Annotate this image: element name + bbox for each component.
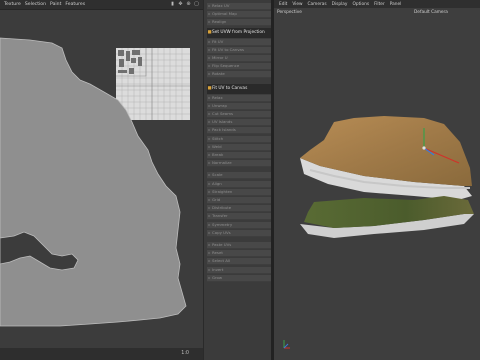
command-button[interactable]: ▸ UV Islands <box>207 119 271 127</box>
uv-editor-panel: Texture Selection Paint Features ▮ ✥ ⊕ ▢ <box>0 0 203 360</box>
command-label: Relax UV <box>212 3 230 8</box>
command-label: Stitch <box>212 135 224 141</box>
uv-island[interactable] <box>0 10 203 348</box>
uv-menu-features[interactable]: Features <box>65 2 85 7</box>
command-button[interactable]: ▸ Cut Seams <box>207 111 271 118</box>
command-button[interactable]: ▸ Mirror U <box>207 55 271 62</box>
command-button[interactable]: ▸ Unwrap <box>207 102 271 110</box>
command-label: Grid <box>212 197 221 202</box>
uv-menu-selection[interactable]: Selection <box>25 2 46 7</box>
command-label: Transfer <box>212 213 228 219</box>
command-button[interactable]: ▸ Copy UVs <box>207 229 271 237</box>
command-button[interactable]: ▸ Relax <box>207 94 271 102</box>
command-button[interactable]: ▸ Align <box>207 180 271 188</box>
command-button[interactable]: ▸ Realign <box>207 19 271 27</box>
uv-commands-panel: ▸ Relax UV ▸ Optimal Map ▸ Realign ■Set UVW fr… <box>203 0 275 360</box>
command-button[interactable]: ▸ Grid <box>207 197 271 204</box>
command-button[interactable]: ▸ Transfer <box>207 213 271 221</box>
command-button[interactable]: ■Fit UV to Canvas <box>207 83 271 95</box>
uv-statusbar: 1:0 <box>0 348 203 360</box>
command-label: Unwrap <box>212 102 227 108</box>
command-button[interactable]: ▸ Stitch <box>207 135 271 143</box>
command-label: Rotate <box>212 71 225 77</box>
command-button[interactable]: ▸ Invert <box>207 266 271 274</box>
command-label: Reset <box>212 250 223 256</box>
command-button[interactable]: ▸ Normalize <box>207 160 271 168</box>
command-button[interactable]: ▸ Select All <box>207 258 271 266</box>
command-label: Relax <box>212 94 223 100</box>
command-button[interactable]: ▸ Straighten <box>207 188 271 196</box>
command-label: Realign <box>212 19 227 25</box>
command-label: UV Islands <box>212 119 233 125</box>
uv-menu-texture[interactable]: Texture <box>4 2 21 7</box>
command-label: Normalize <box>212 160 232 166</box>
command-label: Mirror U <box>212 55 228 60</box>
uv-canvas[interactable] <box>0 10 203 348</box>
command-button[interactable]: ▸ Reset <box>207 250 271 258</box>
command-button[interactable]: ▸ Pack Islands <box>207 127 271 135</box>
command-button[interactable]: ▸ Fit UV <box>207 38 271 46</box>
command-label: Pack Islands <box>212 127 236 133</box>
command-label: Break <box>212 152 224 157</box>
command-label: Weld <box>212 143 222 149</box>
command-label: Cut Seams <box>212 111 234 116</box>
command-label: Scale <box>212 172 223 178</box>
viewport-panel[interactable]: Edit View Cameras Display Options Filter… <box>274 0 480 360</box>
command-button[interactable]: ▸ Grow <box>207 274 271 282</box>
uv-zoom-label: 1:0 <box>181 351 189 356</box>
command-label: Invert <box>212 266 224 272</box>
command-button[interactable]: ▸ Scale <box>207 172 271 180</box>
command-button[interactable]: ▸ Symmetry <box>207 221 271 229</box>
command-label: Fit UV <box>212 38 224 44</box>
command-button[interactable]: ▸ Fit UV to Canvas <box>207 46 271 54</box>
command-label: Straighten <box>212 188 233 194</box>
command-label: Grow <box>212 274 223 280</box>
command-button[interactable]: ▸ Break <box>207 152 271 159</box>
uv-zoom-icon[interactable]: ⊕ <box>186 1 191 7</box>
command-label: Set UVW from Projection <box>212 29 265 35</box>
command-label: Symmetry <box>212 221 233 227</box>
command-label: Paste UVs <box>212 242 232 247</box>
uv-stats-icon[interactable]: ▮ <box>170 1 175 7</box>
command-button[interactable]: ■Set UVW from Projection <box>207 27 271 39</box>
uv-move-icon[interactable]: ✥ <box>178 1 183 7</box>
command-button[interactable]: ▸ Relax UV <box>207 3 271 10</box>
command-label: Fit UV to Canvas <box>212 46 244 52</box>
world-axis-icon <box>283 340 290 349</box>
uv-menu-paint[interactable]: Paint <box>50 2 61 7</box>
command-button[interactable]: ▸ Weld <box>207 143 271 151</box>
uv-frame-icon[interactable]: ▢ <box>194 1 199 7</box>
command-label: Optimal Map <box>212 11 237 17</box>
command-button[interactable]: ▸ Paste UVs <box>207 242 271 249</box>
command-label: Distribute <box>212 205 232 211</box>
uv-editor-menubar: Texture Selection Paint Features ▮ ✥ ⊕ ▢ <box>0 0 203 10</box>
command-label: Fit UV to Canvas <box>212 85 248 91</box>
command-label: Copy UVs <box>212 229 231 235</box>
command-button[interactable]: ▸ Flip Sequence <box>207 63 271 71</box>
command-button[interactable]: ▸ Rotate <box>207 71 271 79</box>
command-label: Select All <box>212 258 231 264</box>
terrain-model[interactable] <box>274 0 480 360</box>
command-button[interactable]: ▸ Optimal Map <box>207 11 271 19</box>
command-label: Flip Sequence <box>212 63 240 69</box>
command-button[interactable]: ▸ Distribute <box>207 205 271 213</box>
command-label: Align <box>212 180 222 186</box>
